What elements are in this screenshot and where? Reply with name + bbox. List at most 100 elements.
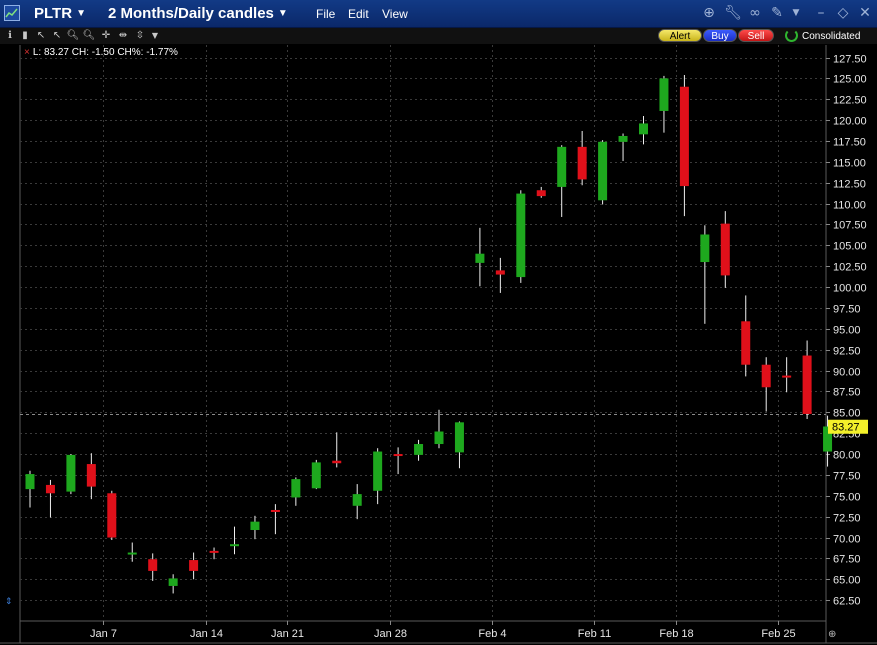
candle-body-down [332, 460, 342, 464]
pan-icon[interactable]: ⇹ [116, 29, 130, 43]
wrench-icon[interactable]: 🔧︎ [724, 5, 742, 21]
y-tick-label: 70.00 [833, 534, 861, 546]
candle-body-down [720, 223, 730, 276]
pointer-alt-icon[interactable]: ↖ [50, 29, 64, 43]
y-tick-label: 125.00 [833, 74, 867, 86]
y-tick-label: 75.00 [833, 492, 861, 504]
y-tick-label: 97.50 [833, 304, 861, 316]
readout-text: L: 83.27 CH: -1.50 CH%: -1.77% [32, 47, 178, 58]
x-tick-label: Jan 14 [190, 628, 223, 640]
y-tick-label: 120.00 [833, 116, 867, 128]
candle-body-up [127, 552, 137, 555]
menu-view[interactable]: View [382, 7, 408, 21]
candle-body-down [45, 484, 55, 494]
consolidated-toggle[interactable]: Consolidated [785, 29, 860, 43]
consolidated-label: Consolidated [802, 31, 861, 42]
title-bar: PLTR ▼ 2 Months/Daily candles ▼ File Edit … [0, 0, 877, 28]
bar-chart-icon[interactable]: ▮ [18, 29, 32, 43]
x-tick-label: Feb 11 [578, 628, 611, 640]
y-tick-label: 110.00 [833, 200, 866, 212]
candle-body-up [66, 454, 76, 492]
x-tick-label: Jan 21 [271, 628, 304, 640]
candlestick-chart[interactable]: 62.50 65.00 67.50 70.00 72.50 75.00 77.50 80.00… [0, 44, 877, 645]
candle-body-up [311, 462, 321, 489]
restore-icon[interactable]: ◇ [834, 5, 852, 21]
candle-body-down [782, 375, 792, 378]
y-tick-label: 77.50 [833, 471, 861, 483]
price-readout: × L: 83.27 CH: -1.50 CH%: -1.77% [24, 47, 178, 58]
x-tick-label: Feb 18 [659, 628, 693, 640]
y-tick-label: 112.50 [833, 179, 866, 191]
candle-body-up [454, 422, 464, 453]
toolbar-dropdown-icon[interactable]: ▼ [148, 29, 162, 43]
y-tick-label: 122.50 [833, 95, 867, 107]
crosshair-icon[interactable]: ✛ [99, 29, 113, 43]
zoom-out-icon[interactable]: 🔍︎ [82, 29, 96, 43]
sell-button[interactable]: Sell [738, 29, 774, 42]
y-tick-label: 92.50 [833, 346, 861, 358]
candle-body-down [741, 321, 751, 365]
alert-button[interactable]: Alert [658, 29, 702, 42]
candle-body-up [291, 479, 301, 498]
candle-body-down [270, 509, 280, 512]
candle-body-down [107, 493, 117, 538]
y-tick-label: 117.50 [833, 137, 866, 149]
candle-body-up [618, 135, 628, 142]
resize-handle-icon[interactable]: ⊕ [828, 629, 840, 641]
pointer-icon[interactable]: ↖ [34, 29, 48, 43]
candle-body-up [25, 474, 35, 490]
candle-body-down [86, 464, 96, 487]
chevron-down-icon: ▼ [76, 8, 86, 19]
chart-app-icon [4, 5, 20, 21]
y-tick-label: 87.50 [833, 387, 861, 399]
chain-icon[interactable]: ∞ [746, 5, 764, 21]
candle-body-up [659, 78, 669, 111]
y-tick-label: 62.50 [833, 596, 861, 608]
scroll-handle-icon[interactable]: ⇕ [5, 596, 15, 616]
menu-edit[interactable]: Edit [348, 7, 369, 21]
dropdown-icon[interactable]: ▼ [787, 5, 805, 21]
candle-body-up [373, 451, 383, 491]
x-tick-label: Feb 4 [478, 628, 506, 640]
y-tick-label: 85.00 [833, 408, 861, 420]
candle-body-down [148, 559, 158, 571]
link-icon[interactable]: ⊕ [700, 5, 718, 21]
period-label: 2 Months/Daily candles [108, 5, 274, 22]
candle-body-up [516, 193, 526, 278]
symbol-dropdown[interactable]: PLTR ▼ [34, 5, 86, 22]
menu-file[interactable]: File [316, 7, 335, 21]
pin-icon[interactable]: ✎ [768, 5, 786, 21]
y-tick-label: 90.00 [833, 367, 861, 379]
candle-body-down [679, 86, 689, 187]
candle-body-up [414, 444, 424, 455]
period-dropdown[interactable]: 2 Months/Daily candles ▼ [108, 5, 288, 22]
minimize-icon[interactable]: – [812, 5, 830, 21]
info-icon[interactable]: ℹ [3, 29, 17, 43]
candle-body-down [802, 355, 812, 414]
candle-body-up [168, 578, 178, 586]
candle-body-down [393, 454, 403, 457]
close-icon[interactable]: ✕ [856, 5, 874, 21]
zoom-in-icon[interactable]: 🔍︎ [66, 29, 80, 43]
candle-body-up [230, 544, 239, 547]
y-tick-label: 115.00 [833, 158, 866, 170]
chevron-down-icon: ▼ [277, 8, 288, 19]
y-tick-label: 105.00 [833, 241, 867, 253]
y-tick-label: 67.50 [833, 554, 861, 566]
candle-body-up [434, 431, 444, 445]
x-tick-label: Feb 25 [761, 628, 795, 640]
refresh-icon [785, 29, 798, 42]
y-tick-label: 80.00 [833, 450, 861, 462]
buy-button[interactable]: Buy [703, 29, 737, 42]
symbol-label: PLTR [34, 5, 73, 22]
last-price-label: 83.27 [832, 422, 860, 434]
candle-body-down [536, 190, 546, 197]
y-tick-label: 127.50 [833, 54, 867, 66]
candle-body-down [577, 146, 587, 180]
close-readout-icon[interactable]: × [24, 47, 30, 58]
candle-body-down [209, 550, 219, 553]
candle-body-down [761, 364, 771, 388]
x-tick-label: Jan 7 [90, 628, 117, 640]
expand-icon[interactable]: ⇳ [133, 29, 147, 43]
candle-body-down [189, 560, 199, 571]
